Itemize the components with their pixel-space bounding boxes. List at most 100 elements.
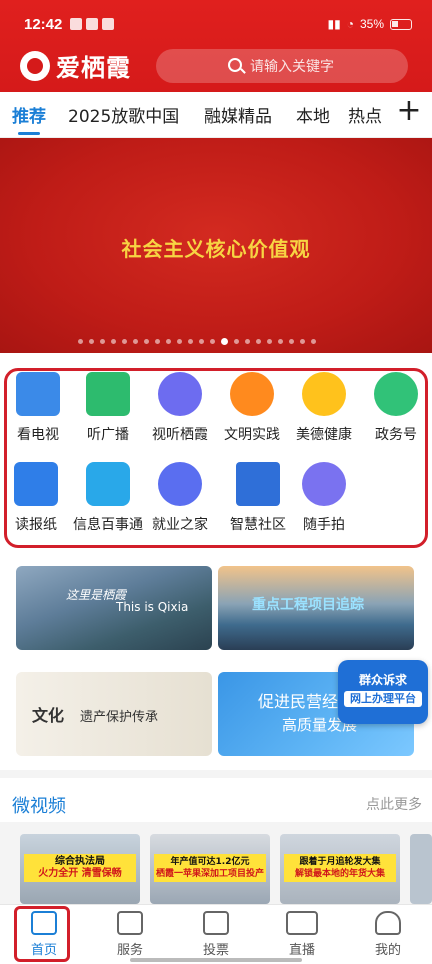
home-nav-highlight bbox=[14, 906, 70, 962]
nav-vote[interactable]: 投票 bbox=[186, 911, 246, 958]
promo-qixia[interactable]: 这里是栖霞 This is Qixia bbox=[16, 566, 212, 650]
grid-icon bbox=[86, 462, 130, 506]
nav-label: 服务 bbox=[116, 943, 143, 958]
document-icon bbox=[302, 372, 346, 416]
carousel-dot[interactable] bbox=[256, 339, 261, 344]
video-card[interactable]: 年产值可达1.2亿元 栖霞一苹果深加工项目投产 bbox=[150, 834, 270, 904]
micro-video-header: 微视频 点此更多 bbox=[0, 770, 432, 822]
banner-title: 社会主义核心价值观 bbox=[121, 237, 311, 261]
tv-icon bbox=[16, 372, 60, 416]
micro-video-list: 综合执法局 火力全开 清雪保畅 年产值可达1.2亿元 栖霞一苹果深加工项目投产 … bbox=[0, 822, 432, 904]
logo-icon bbox=[20, 50, 50, 81]
carousel-dot[interactable] bbox=[267, 339, 272, 344]
video-card[interactable] bbox=[410, 834, 432, 904]
carousel-dot[interactable] bbox=[89, 339, 94, 344]
status-right: ▮▮ ◔ 35% bbox=[328, 17, 412, 31]
service-label: 文明实践 bbox=[224, 427, 280, 443]
carousel-dot[interactable] bbox=[100, 339, 105, 344]
carousel-dot[interactable] bbox=[278, 339, 283, 344]
service-snapshot[interactable]: 随手拍 bbox=[286, 462, 362, 534]
notification-icon bbox=[70, 18, 82, 30]
carousel-dot[interactable] bbox=[78, 339, 83, 344]
section-title: 微视频 bbox=[12, 796, 66, 817]
carousel-dot[interactable] bbox=[199, 339, 204, 344]
service-video[interactable]: 视听栖霞 bbox=[142, 372, 218, 444]
tab-media-highlights[interactable]: 融媒精品 bbox=[204, 102, 272, 127]
carousel-dot[interactable] bbox=[133, 339, 138, 344]
star-icon bbox=[117, 911, 143, 935]
carousel-dot[interactable] bbox=[300, 339, 305, 344]
nav-live[interactable]: 直播 bbox=[272, 911, 332, 958]
service-government[interactable]: 政务号 bbox=[358, 372, 432, 444]
service-radio[interactable]: 听广播 bbox=[70, 372, 146, 444]
appeals-label: 群众诉求 bbox=[358, 673, 407, 687]
service-virtue[interactable]: 美德健康 bbox=[286, 372, 362, 444]
service-info[interactable]: 信息百事通 bbox=[70, 462, 146, 534]
battery-label: 35% bbox=[359, 17, 384, 31]
carousel-dot[interactable] bbox=[166, 339, 171, 344]
more-link[interactable]: 点此更多 bbox=[366, 794, 422, 814]
building-icon bbox=[158, 462, 202, 506]
carousel-dot[interactable] bbox=[311, 339, 316, 344]
service-tv[interactable]: 看电视 bbox=[0, 372, 76, 444]
service-newspaper[interactable]: 读报纸 bbox=[0, 462, 74, 534]
user-icon bbox=[375, 911, 401, 935]
carousel-dot[interactable] bbox=[289, 339, 294, 344]
wifi-icon: ◔ bbox=[346, 17, 354, 31]
service-label: 读报纸 bbox=[15, 517, 57, 533]
add-channel-icon[interactable]: + bbox=[396, 96, 422, 128]
tab-recommend[interactable]: 推荐 bbox=[12, 102, 46, 127]
carousel-dots bbox=[78, 338, 316, 345]
service-label: 听广播 bbox=[87, 427, 129, 443]
app-header: 12:42 ▮▮ ◔ 35% 爱栖霞 请输入关键字 bbox=[0, 0, 432, 92]
newspaper-icon bbox=[14, 462, 58, 506]
carousel-dot[interactable] bbox=[122, 339, 127, 344]
carousel-dot[interactable] bbox=[144, 339, 149, 344]
appeals-platform-button[interactable]: 群众诉求 网上办理平台 bbox=[338, 660, 428, 724]
carousel-dot[interactable] bbox=[210, 339, 215, 344]
video-card[interactable]: 跟着于月追轮发大集 解锁最本地的年货大集 bbox=[280, 834, 400, 904]
tab-2025-song[interactable]: 2025放歌中国 bbox=[68, 102, 179, 127]
channel-tabs: 推荐 2025放歌中国 融媒精品 本地 热点 + bbox=[0, 92, 432, 138]
carousel-dot[interactable] bbox=[234, 339, 239, 344]
search-placeholder: 请输入关键字 bbox=[250, 59, 334, 75]
ballot-icon bbox=[203, 911, 229, 935]
service-community[interactable]: 智慧社区 bbox=[220, 462, 296, 534]
promo-heritage[interactable]: 文化 遗产保护传承 bbox=[16, 672, 212, 756]
carousel-dot[interactable] bbox=[111, 339, 116, 344]
fan-icon bbox=[230, 372, 274, 416]
promo-projects[interactable]: 重点工程项目追踪 bbox=[218, 566, 414, 650]
carousel-dot[interactable] bbox=[188, 339, 193, 344]
logo-text: 爱栖霞 bbox=[56, 54, 131, 82]
tab-hot[interactable]: 热点 bbox=[348, 102, 382, 127]
caption-line: 跟着于月追轮发大集 bbox=[299, 857, 381, 867]
carousel-dot[interactable] bbox=[177, 339, 182, 344]
app-logo[interactable]: 爱栖霞 bbox=[20, 48, 131, 83]
service-label: 看电视 bbox=[17, 427, 59, 443]
nav-service[interactable]: 服务 bbox=[100, 911, 160, 958]
tab-local[interactable]: 本地 bbox=[296, 102, 330, 127]
caption-line: 综合执法局 bbox=[55, 856, 105, 867]
search-input[interactable]: 请输入关键字 bbox=[156, 49, 408, 83]
service-civic[interactable]: 文明实践 bbox=[214, 372, 290, 444]
nav-profile[interactable]: 我的 bbox=[358, 911, 418, 958]
carousel-dot[interactable] bbox=[245, 339, 250, 344]
hero-banner[interactable]: 社会主义核心价值观 bbox=[0, 138, 432, 353]
notification-icon bbox=[86, 18, 98, 30]
service-label: 信息百事通 bbox=[73, 517, 143, 533]
nav-label: 直播 bbox=[288, 943, 315, 958]
promo-subtitle: This is Qixia bbox=[116, 600, 189, 614]
tab-active-indicator bbox=[18, 132, 40, 135]
carousel-dot[interactable] bbox=[221, 338, 228, 345]
video-caption: 跟着于月追轮发大集 解锁最本地的年货大集 bbox=[284, 854, 396, 882]
appeals-sublabel: 网上办理平台 bbox=[344, 691, 422, 707]
video-icon bbox=[158, 372, 202, 416]
video-caption: 年产值可达1.2亿元 栖霞一苹果深加工项目投产 bbox=[154, 854, 266, 882]
service-label: 智慧社区 bbox=[230, 517, 286, 533]
service-employment[interactable]: 就业之家 bbox=[142, 462, 218, 534]
battery-icon bbox=[390, 18, 412, 30]
gesture-bar[interactable] bbox=[130, 958, 302, 962]
caption-line: 火力全开 清雪保畅 bbox=[38, 868, 122, 879]
carousel-dot[interactable] bbox=[155, 339, 160, 344]
video-card[interactable]: 综合执法局 火力全开 清雪保畅 bbox=[20, 834, 140, 904]
